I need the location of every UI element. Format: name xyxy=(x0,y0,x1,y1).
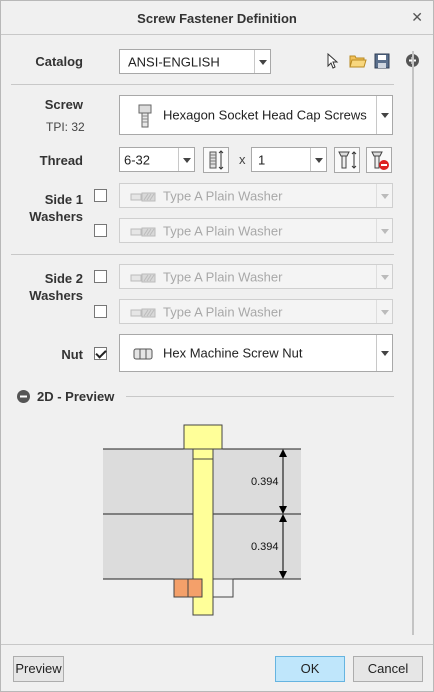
screw-length-button[interactable] xyxy=(334,147,360,173)
side1-label-line1: Side 1 xyxy=(44,192,83,207)
thread-label: Thread xyxy=(39,153,83,168)
washer-icon xyxy=(130,272,156,282)
catalog-value: ANSI-ENGLISH xyxy=(128,54,220,69)
side1-washer2-value: Type A Plain Washer xyxy=(163,223,283,238)
scrollbar[interactable] xyxy=(412,51,414,635)
side1-washer2-select[interactable]: Type A Plain Washer xyxy=(119,218,393,243)
washer-icon xyxy=(130,191,156,201)
side1-washer1-checkbox[interactable] xyxy=(94,189,107,202)
nut-label: Nut xyxy=(61,347,83,362)
screw-type-select[interactable]: Hexagon Socket Head Cap Screws xyxy=(119,95,393,135)
separator xyxy=(11,84,394,85)
times-label: x xyxy=(239,152,246,167)
nut-type-select[interactable]: Hex Machine Screw Nut xyxy=(119,334,393,372)
side2-washer1-value: Type A Plain Washer xyxy=(163,269,283,284)
screw-label: Screw xyxy=(44,97,83,112)
clearance-hole-button[interactable] xyxy=(366,147,392,173)
separator xyxy=(126,396,394,397)
washer-icon xyxy=(130,226,156,236)
separator xyxy=(11,254,394,255)
chevron-down-icon xyxy=(376,184,392,207)
thread-length-button[interactable] xyxy=(203,147,229,173)
side2-washer2-select[interactable]: Type A Plain Washer xyxy=(119,299,393,324)
chevron-down-icon xyxy=(376,335,392,371)
side1-washer1-select[interactable]: Type A Plain Washer xyxy=(119,183,393,208)
nut-type-value: Hex Machine Screw Nut xyxy=(163,345,303,361)
ok-button[interactable]: OK xyxy=(275,656,345,682)
nut-checkbox[interactable] xyxy=(94,347,107,360)
side1-washer2-checkbox[interactable] xyxy=(94,224,107,237)
washer-icon xyxy=(130,307,156,317)
preview-section-label: 2D - Preview xyxy=(37,389,115,404)
quantity-value: 1 xyxy=(258,152,266,167)
chevron-down-icon xyxy=(178,148,194,171)
thread-size-value: 6-32 xyxy=(124,152,151,167)
side2-washer2-value: Type A Plain Washer xyxy=(163,304,283,319)
chevron-down-icon xyxy=(310,148,326,171)
preview-button[interactable]: Preview xyxy=(13,656,64,682)
screw-type-value: Hexagon Socket Head Cap Screws xyxy=(163,107,367,123)
chevron-down-icon xyxy=(376,219,392,242)
dimension-label-2: 0.394 xyxy=(251,541,279,553)
catalog-label: Catalog xyxy=(35,54,83,69)
cancel-button[interactable]: Cancel xyxy=(353,656,423,682)
chevron-down-icon xyxy=(254,50,270,73)
select-pointer-icon[interactable] xyxy=(326,52,340,69)
side2-washer1-select[interactable]: Type A Plain Washer xyxy=(119,264,393,289)
side1-label-line2: Washers xyxy=(29,209,83,224)
chevron-down-icon xyxy=(376,96,392,134)
save-icon[interactable] xyxy=(374,53,390,69)
side2-label-line1: Side 2 xyxy=(44,271,83,286)
screw-head xyxy=(183,424,223,450)
preview-canvas: 0.394 0.394 xyxy=(101,421,321,621)
thread-size-select[interactable]: 6-32 xyxy=(119,147,195,172)
side2-washer2-checkbox[interactable] xyxy=(94,305,107,318)
separator xyxy=(1,644,433,645)
close-icon[interactable]: ✕ xyxy=(411,9,423,26)
title-bar: Screw Fastener Definition ✕ xyxy=(1,1,433,35)
nut-icon xyxy=(133,348,153,360)
chevron-down-icon xyxy=(376,300,392,323)
dialog-window: Screw Fastener Definition ✕ Catalog ANSI… xyxy=(0,0,434,692)
dialog-title: Screw Fastener Definition xyxy=(137,11,297,26)
side1-washer1-value: Type A Plain Washer xyxy=(163,188,283,203)
chevron-down-icon xyxy=(376,265,392,288)
quantity-select[interactable]: 1 xyxy=(251,147,327,172)
collapse-icon[interactable] xyxy=(17,390,30,403)
tpi-value: TPI: 32 xyxy=(46,120,85,134)
screw-icon xyxy=(138,104,152,128)
open-folder-icon[interactable] xyxy=(349,53,367,69)
catalog-select[interactable]: ANSI-ENGLISH xyxy=(119,49,271,74)
side2-washer1-checkbox[interactable] xyxy=(94,270,107,283)
dimension-label-1: 0.394 xyxy=(251,476,279,488)
side2-label-line2: Washers xyxy=(29,288,83,303)
